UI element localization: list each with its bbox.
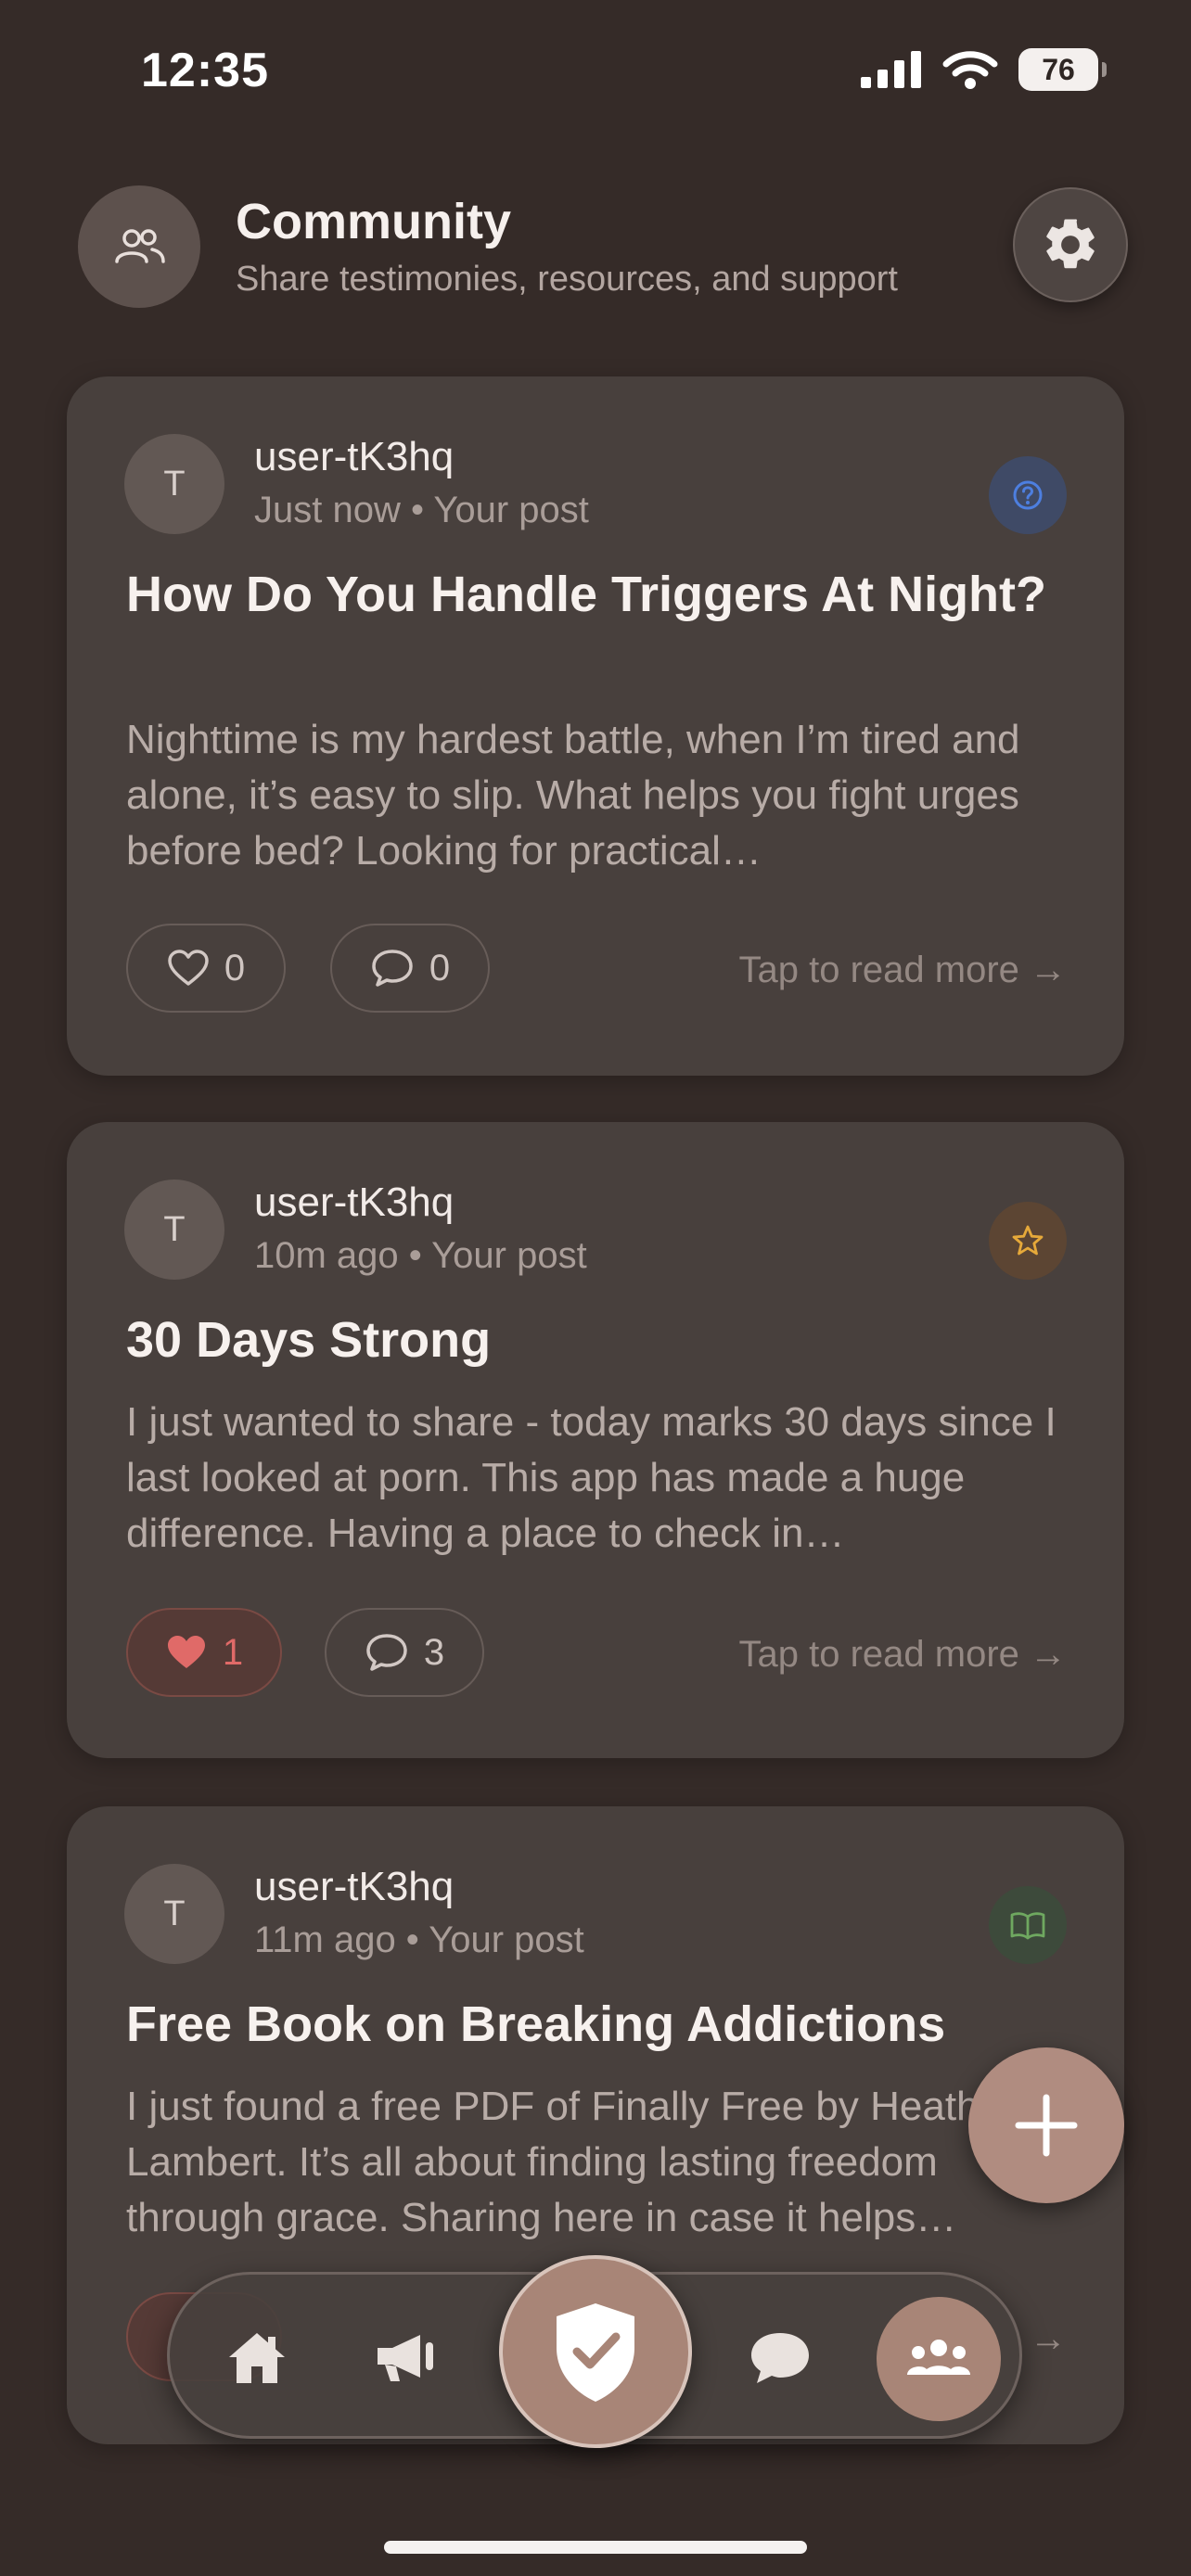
page-header: Community Share testimonies, resources, …: [78, 185, 1126, 315]
post-excerpt: I just wanted to share - today marks 30 …: [126, 1399, 1057, 1556]
post-meta: 11m ago • Your post: [254, 1919, 584, 1960]
read-more-link[interactable]: Tap to read more →: [739, 950, 1068, 991]
like-button[interactable]: 1: [126, 1608, 282, 1697]
like-count: 0: [224, 947, 246, 988]
post-card[interactable]: T user-tK3hq Just now • Your post How Do…: [67, 376, 1124, 1076]
signal-icon: [861, 51, 921, 88]
tab-home[interactable]: [211, 2312, 303, 2404]
like-count: 1: [222, 1631, 244, 1673]
chat-icon: [751, 2333, 809, 2383]
tab-community[interactable]: [877, 2297, 1001, 2421]
post-author: user-tK3hq: [254, 1864, 455, 1909]
post-excerpt: Nighttime is my hardest battle, when I’m…: [126, 717, 1020, 874]
community-icon: [907, 2340, 970, 2375]
comment-count: 0: [429, 947, 451, 988]
post-meta: 10m ago • Your post: [254, 1235, 587, 1276]
status-bar: 12:35 76: [0, 0, 1191, 139]
new-post-button[interactable]: [968, 2047, 1124, 2203]
check-in-button[interactable]: [499, 2255, 692, 2448]
post-meta: Just now • Your post: [254, 490, 589, 530]
book-icon: [989, 1886, 1067, 1964]
megaphone-icon: [378, 2335, 433, 2381]
post-title: Free Book on Breaking Addictions: [126, 1996, 946, 2052]
comment-button[interactable]: 0: [330, 924, 490, 1013]
comment-button[interactable]: 3: [325, 1608, 484, 1697]
like-button[interactable]: 0: [126, 924, 286, 1013]
people-icon: [78, 185, 200, 308]
status-icons: 76: [861, 48, 1107, 91]
home-icon: [229, 2333, 285, 2383]
comment-icon: [372, 950, 413, 987]
avatar: T: [124, 434, 224, 534]
comment-icon: [366, 1634, 407, 1671]
post-title: How Do You Handle Triggers At Night?: [126, 567, 1047, 622]
page-title: Community: [236, 194, 511, 249]
post-excerpt: I just found a free PDF of Finally Free …: [126, 2084, 980, 2240]
shield-check-icon: [557, 2303, 634, 2402]
battery-indicator: 76: [1018, 48, 1107, 91]
tab-announcements[interactable]: [359, 2312, 452, 2404]
heart-icon: [167, 1636, 205, 1668]
read-more-link[interactable]: Tap to read more →: [739, 1634, 1068, 1676]
status-time: 12:35: [141, 44, 269, 97]
wifi-icon: [942, 51, 998, 89]
home-indicator[interactable]: [384, 2541, 807, 2554]
heart-icon: [168, 950, 209, 986]
comment-count: 3: [423, 1631, 445, 1673]
post-title: 30 Days Strong: [126, 1312, 492, 1368]
avatar: T: [124, 1180, 224, 1280]
post-card[interactable]: T user-tK3hq 10m ago • Your post 30 Days…: [67, 1122, 1124, 1758]
read-more-link[interactable]: →: [1030, 2318, 1067, 2360]
gear-icon: [1046, 219, 1095, 269]
settings-button[interactable]: [1013, 187, 1128, 302]
plus-icon: [1015, 2094, 1078, 2157]
post-author: user-tK3hq: [254, 1180, 455, 1225]
post-author: user-tK3hq: [254, 434, 455, 479]
star-icon: [989, 1202, 1067, 1280]
question-icon: [989, 456, 1067, 534]
avatar: T: [124, 1864, 224, 1964]
tab-messages[interactable]: [734, 2312, 826, 2404]
page-subtitle: Share testimonies, resources, and suppor…: [236, 260, 898, 299]
